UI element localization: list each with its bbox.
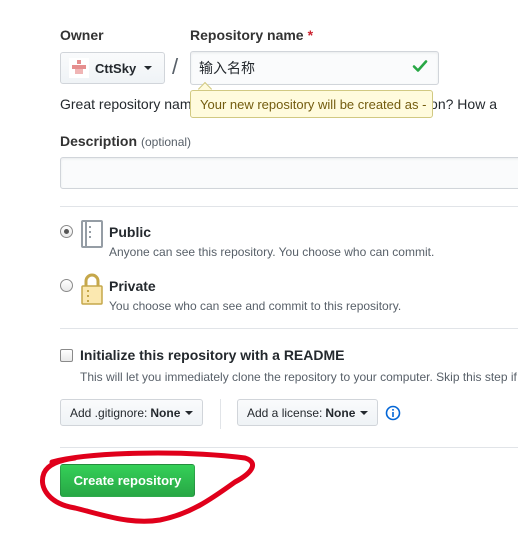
- annotation-scribble: [30, 448, 270, 538]
- public-radio[interactable]: [60, 225, 73, 238]
- public-title: Public: [109, 224, 152, 240]
- owner-avatar: [69, 58, 89, 78]
- gitignore-value: None: [150, 405, 181, 420]
- repository-name-tooltip: Your new repository will be created as -: [190, 90, 433, 118]
- repository-name-label: Repository name *: [190, 27, 313, 43]
- private-title: Private: [109, 278, 156, 294]
- required-mark: *: [307, 27, 314, 43]
- repo-book-icon: [80, 220, 104, 255]
- private-desc: You choose who can see and commit to thi…: [109, 299, 402, 313]
- owner-label: Owner: [60, 27, 104, 43]
- readme-checkbox[interactable]: [60, 349, 73, 362]
- divider: [60, 206, 518, 207]
- license-value: None: [325, 405, 356, 420]
- description-label-text: Description: [60, 133, 138, 149]
- chevron-down-icon: [360, 410, 369, 415]
- gitignore-select[interactable]: Add .gitignore: None: [60, 399, 204, 426]
- repository-name-label-text: Repository name: [190, 27, 304, 43]
- info-icon[interactable]: [385, 405, 401, 426]
- owner-name: CttSky: [95, 60, 137, 76]
- chevron-down-icon: [144, 66, 153, 70]
- gitignore-label: Add .gitignore:: [70, 405, 148, 420]
- readme-title: Initialize this repository with a README: [80, 347, 345, 363]
- owner-repo-separator: /: [172, 54, 179, 79]
- repository-name-input[interactable]: [190, 51, 439, 85]
- divider: [60, 328, 518, 329]
- private-radio[interactable]: [60, 279, 73, 292]
- owner-select[interactable]: CttSky: [60, 52, 165, 84]
- optional-tag: (optional): [141, 135, 192, 149]
- chevron-down-icon: [185, 410, 194, 415]
- public-desc: Anyone can see this repository. You choo…: [109, 245, 435, 259]
- readme-desc: This will let you immediately clone the …: [80, 370, 517, 384]
- great-repo-name-hint-start: Great repository nam: [60, 96, 192, 112]
- description-input[interactable]: [60, 157, 518, 189]
- license-select[interactable]: Add a license: None: [237, 399, 379, 426]
- description-label: Description (optional): [60, 133, 191, 149]
- lock-icon: [80, 273, 104, 310]
- license-label: Add a license:: [247, 405, 323, 420]
- check-icon: [412, 58, 428, 79]
- vertical-divider: [220, 399, 221, 429]
